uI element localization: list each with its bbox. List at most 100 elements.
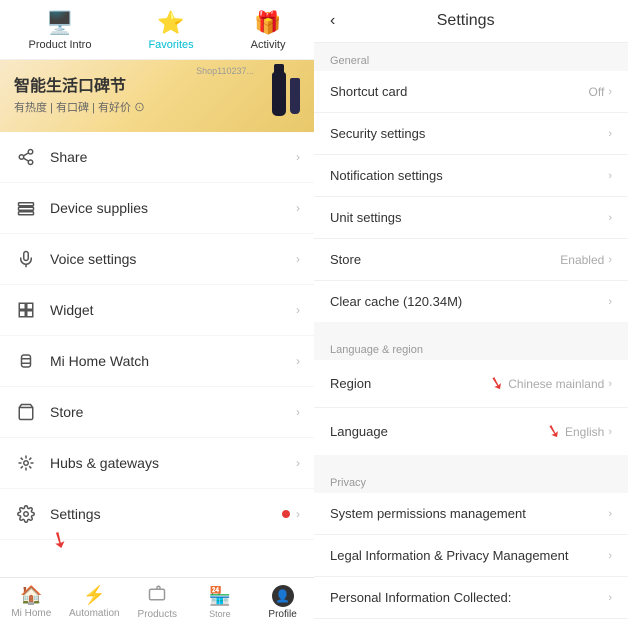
settings-body: General Shortcut card Off › Security set… bbox=[314, 43, 628, 628]
menu-label-store: Store bbox=[50, 404, 296, 420]
menu-item-widget[interactable]: Widget › bbox=[0, 285, 314, 336]
hubs-gateways-icon bbox=[14, 451, 38, 475]
menu-item-share[interactable]: Share › bbox=[0, 132, 314, 183]
products-tab-icon bbox=[148, 584, 166, 607]
store-tab-icon: 🏪 bbox=[209, 586, 231, 607]
personal-info-arrow: › bbox=[608, 592, 612, 604]
mi-home-tab-icon: 🏠 bbox=[20, 585, 42, 606]
store-settings-arrow: › bbox=[608, 254, 612, 266]
automation-tab-icon: ⚡ bbox=[83, 585, 105, 606]
clear-cache-label: Clear cache (120.34M) bbox=[330, 294, 608, 309]
bottle2-decoration bbox=[290, 78, 300, 114]
shortcut-card-arrow: › bbox=[608, 86, 612, 98]
activity-icon: 🎁 bbox=[254, 10, 281, 36]
bottle-decoration bbox=[272, 72, 286, 116]
back-button[interactable]: ‹ bbox=[330, 12, 335, 30]
menu-item-mi-home-watch[interactable]: Mi Home Watch › bbox=[0, 336, 314, 387]
settings-row-shortcut-card[interactable]: Shortcut card Off › bbox=[314, 71, 628, 113]
notification-settings-label: Notification settings bbox=[330, 168, 608, 183]
settings-row-system-permissions[interactable]: System permissions management › bbox=[314, 493, 628, 535]
language-label: Language bbox=[330, 424, 546, 439]
menu-item-voice-settings[interactable]: Voice settings › bbox=[0, 234, 314, 285]
device-supplies-arrow: › bbox=[296, 201, 300, 215]
divider-2 bbox=[314, 455, 628, 465]
mi-home-watch-arrow: › bbox=[296, 354, 300, 368]
notification-settings-arrow: › bbox=[608, 170, 612, 182]
mi-home-watch-icon bbox=[14, 349, 38, 373]
legal-privacy-arrow: › bbox=[608, 550, 612, 562]
settings-row-notification[interactable]: Notification settings › bbox=[314, 155, 628, 197]
tab-label-products: Products bbox=[138, 609, 177, 620]
nav-label-favorites: Favorites bbox=[148, 39, 193, 51]
tab-label-mi-home: Mi Home bbox=[11, 608, 51, 619]
menu-item-settings[interactable]: Settings ➘ › bbox=[0, 489, 314, 540]
system-permissions-label: System permissions management bbox=[330, 506, 608, 521]
settings-header: ‹ Settings bbox=[314, 0, 628, 43]
settings-row-info-shared[interactable]: Information Shared with Third Parties › bbox=[314, 619, 628, 628]
region-red-arrow: ➘ bbox=[487, 371, 507, 395]
section-label-language-region: Language & region bbox=[314, 332, 628, 360]
region-label: Region bbox=[330, 376, 489, 391]
language-arrow: › bbox=[608, 426, 612, 438]
settings-notification-dot bbox=[282, 510, 290, 518]
banner[interactable]: 智能生活口碑节 有热度 | 有口碑 | 有好价 ⊙ Shop110237... bbox=[0, 60, 314, 132]
right-panel: › ‹ Settings General Shortcut card Off ›… bbox=[314, 0, 628, 628]
personal-info-label: Personal Information Collected: bbox=[330, 590, 608, 605]
left-panel: 🖥️ Product Intro ⭐ Favorites 🎁 Activity … bbox=[0, 0, 314, 628]
settings-row-region[interactable]: Region ➘ Chinese mainland › bbox=[314, 360, 628, 408]
menu-item-store[interactable]: Store › bbox=[0, 387, 314, 438]
settings-row-security[interactable]: Security settings › bbox=[314, 113, 628, 155]
banner-title: 智能生活口碑节 bbox=[14, 72, 300, 96]
settings-row-unit[interactable]: Unit settings › bbox=[314, 197, 628, 239]
nav-item-product-intro[interactable]: 🖥️ Product Intro bbox=[28, 10, 91, 51]
store-settings-value: Enabled bbox=[560, 253, 604, 267]
legal-privacy-label: Legal Information & Privacy Management bbox=[330, 548, 608, 563]
settings-red-arrow: ➘ bbox=[45, 524, 74, 556]
menu-item-device-supplies[interactable]: Device supplies › bbox=[0, 183, 314, 234]
region-value: Chinese mainland bbox=[508, 377, 604, 391]
settings-row-language[interactable]: Language ➘ English › bbox=[314, 408, 628, 455]
menu-item-hubs-gateways[interactable]: Hubs & gateways › bbox=[0, 438, 314, 489]
nav-item-activity[interactable]: 🎁 Activity bbox=[251, 10, 286, 51]
favorites-icon: ⭐ bbox=[157, 10, 184, 36]
hubs-gateways-arrow: › bbox=[296, 456, 300, 470]
menu-label-widget: Widget bbox=[50, 302, 296, 318]
security-settings-arrow: › bbox=[608, 128, 612, 140]
profile-avatar: 👤 bbox=[272, 585, 294, 607]
tab-store[interactable]: 🏪 Store bbox=[195, 586, 245, 619]
menu-label-hubs-gateways: Hubs & gateways bbox=[50, 455, 296, 471]
unit-settings-label: Unit settings bbox=[330, 210, 608, 225]
bottom-tab-bar: 🏠 Mi Home ⚡ Automation Products 🏪 Store … bbox=[0, 577, 314, 628]
settings-row-personal-info[interactable]: Personal Information Collected: › bbox=[314, 577, 628, 619]
voice-settings-arrow: › bbox=[296, 252, 300, 266]
section-label-general: General bbox=[314, 43, 628, 71]
device-supplies-icon bbox=[14, 196, 38, 220]
tab-profile[interactable]: 👤 Profile bbox=[258, 585, 308, 620]
tab-products[interactable]: Products bbox=[132, 584, 182, 620]
region-arrow: › bbox=[608, 378, 612, 390]
section-label-privacy: Privacy bbox=[314, 465, 628, 493]
widget-icon bbox=[14, 298, 38, 322]
nav-item-favorites[interactable]: ⭐ Favorites bbox=[148, 10, 193, 51]
menu-label-mi-home-watch: Mi Home Watch bbox=[50, 353, 296, 369]
settings-row-clear-cache[interactable]: Clear cache (120.34M) › bbox=[314, 281, 628, 322]
settings-group-general: Shortcut card Off › Security settings › … bbox=[314, 71, 628, 322]
menu-label-settings: Settings bbox=[50, 506, 282, 522]
settings-row-store[interactable]: Store Enabled › bbox=[314, 239, 628, 281]
settings-group-privacy: System permissions management › Legal In… bbox=[314, 493, 628, 628]
share-arrow: › bbox=[296, 150, 300, 164]
product-intro-icon: 🖥️ bbox=[46, 10, 73, 36]
banner-subtitle: 有热度 | 有口碑 | 有好价 ⊙ bbox=[14, 99, 300, 115]
nav-label-product-intro: Product Intro bbox=[28, 39, 91, 51]
settings-arrow: › bbox=[296, 507, 300, 521]
tab-mi-home[interactable]: 🏠 Mi Home bbox=[6, 585, 56, 619]
clear-cache-arrow: › bbox=[608, 296, 612, 308]
voice-settings-icon bbox=[14, 247, 38, 271]
store-arrow: › bbox=[296, 405, 300, 419]
menu-label-device-supplies: Device supplies bbox=[50, 200, 296, 216]
banner-badge: Shop110237... bbox=[196, 66, 254, 76]
menu-label-voice-settings: Voice settings bbox=[50, 251, 296, 267]
store-icon bbox=[14, 400, 38, 424]
settings-row-legal-privacy[interactable]: Legal Information & Privacy Management › bbox=[314, 535, 628, 577]
tab-automation[interactable]: ⚡ Automation bbox=[69, 585, 120, 619]
